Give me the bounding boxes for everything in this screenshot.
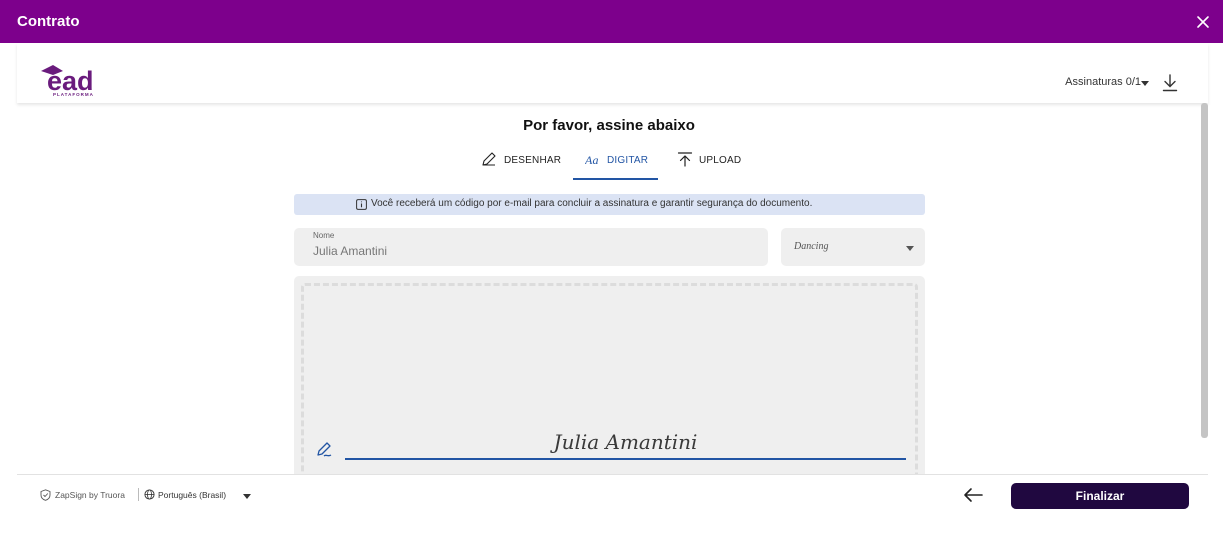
svg-text:Aa: Aa bbox=[585, 153, 599, 167]
signature-line bbox=[345, 458, 906, 460]
page-title: Por favor, assine abaixo bbox=[523, 117, 695, 134]
pen-icon bbox=[482, 152, 496, 166]
globe-icon bbox=[144, 489, 155, 500]
name-label: Nome bbox=[313, 231, 335, 240]
signature-preview: Julia Amantini bbox=[553, 430, 698, 454]
brand-text: ZapSign by Truora bbox=[55, 490, 125, 500]
signature-pen-icon bbox=[317, 442, 332, 457]
document-toolbar: ead PLATAFORMA Assinaturas 0/1 bbox=[17, 43, 1208, 103]
close-icon[interactable] bbox=[1193, 12, 1213, 32]
tab-label: UPLOAD bbox=[699, 155, 742, 166]
chevron-down-icon[interactable] bbox=[1141, 81, 1149, 86]
signature-canvas[interactable]: Julia Amantini bbox=[294, 276, 925, 474]
text-icon: Aa bbox=[585, 153, 599, 167]
modal-title: Contrato bbox=[17, 13, 80, 30]
info-text: Você receberá um código por e-mail para … bbox=[371, 198, 813, 209]
scrollbar[interactable] bbox=[1201, 103, 1208, 438]
upload-icon bbox=[677, 152, 693, 167]
info-icon bbox=[356, 199, 367, 210]
back-arrow-icon[interactable] bbox=[962, 487, 984, 503]
name-field[interactable]: Nome Julia Amantini bbox=[294, 228, 768, 266]
tab-label: DIGITAR bbox=[607, 155, 649, 166]
info-banner: Você receberá um código por e-mail para … bbox=[294, 194, 925, 215]
finalize-button[interactable]: Finalizar bbox=[1011, 483, 1189, 509]
name-input[interactable]: Julia Amantini bbox=[313, 244, 387, 258]
shield-icon bbox=[40, 489, 51, 501]
font-select-value: Dancing bbox=[794, 241, 829, 252]
language-label: Português (Brasil) bbox=[158, 490, 227, 500]
tab-label: DESENHAR bbox=[504, 155, 562, 166]
footer-separator bbox=[138, 488, 139, 501]
signature-panel: Por favor, assine abaixo DESENHAR Aa DIG… bbox=[17, 103, 1201, 474]
active-tab-indicator bbox=[573, 178, 658, 180]
chevron-down-icon bbox=[906, 246, 914, 251]
font-select[interactable]: Dancing bbox=[781, 228, 925, 266]
chevron-down-icon bbox=[243, 494, 251, 499]
logo-subtext: PLATAFORMA bbox=[53, 92, 94, 97]
download-icon[interactable] bbox=[1162, 74, 1178, 92]
footer-divider bbox=[17, 474, 1208, 475]
modal-header: Contrato bbox=[0, 0, 1223, 43]
signatures-counter[interactable]: Assinaturas 0/1 bbox=[1065, 76, 1141, 88]
